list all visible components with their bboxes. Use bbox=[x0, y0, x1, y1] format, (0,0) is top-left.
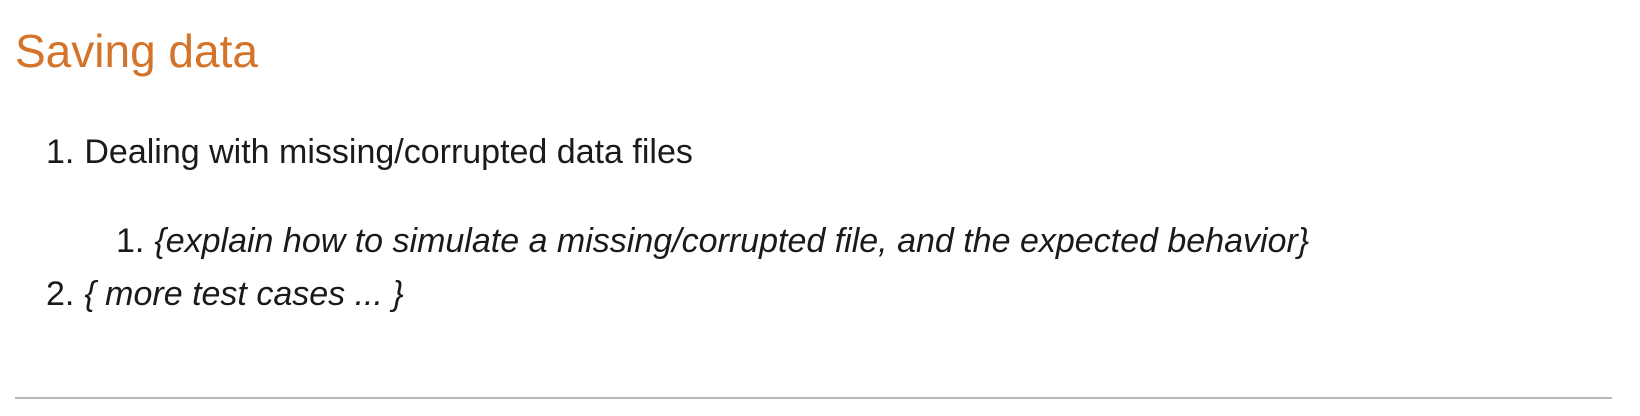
list-number: 1. bbox=[46, 133, 75, 171]
section-title: Saving data bbox=[15, 25, 258, 77]
list-number: 1. bbox=[116, 222, 145, 260]
horizontal-divider bbox=[15, 397, 1612, 399]
list-item-text: {explain how to simulate a missing/corru… bbox=[154, 222, 1310, 260]
list-number: 2. bbox=[46, 275, 75, 313]
list-item-2: 2.{ more test cases ... } bbox=[46, 274, 404, 315]
list-item-text: { more test cases ... } bbox=[84, 275, 404, 313]
sublist-item-1: 1. {explain how to simulate a missing/cor… bbox=[116, 221, 1309, 262]
list-item-text: Dealing with missing/corrupted data file… bbox=[84, 133, 693, 171]
list-item-1: 1. Dealing with missing/corrupted data fi… bbox=[46, 132, 693, 173]
